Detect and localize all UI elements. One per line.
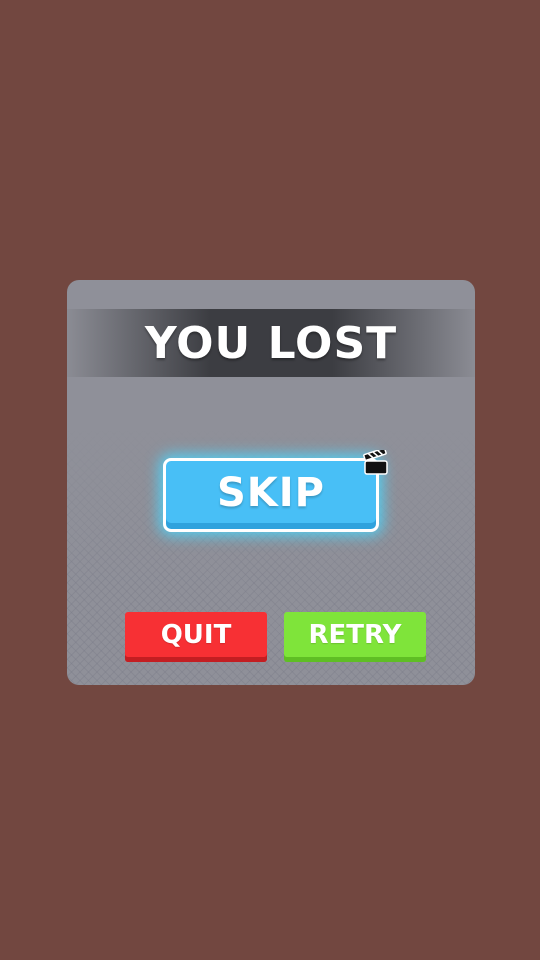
video-clapperboard-icon [363,450,388,475]
skip-button[interactable]: SKIP [163,458,379,532]
quit-button[interactable]: QUIT [125,612,267,662]
skip-button-label: SKIP [216,470,325,516]
retry-button-label: RETRY [308,620,402,650]
game-over-dialog: YOU LOST SKIP QUIT RETRY [67,280,475,685]
title-banner: YOU LOST [67,309,475,377]
dialog-title: YOU LOST [144,317,398,369]
quit-button-label: QUIT [160,620,232,650]
retry-button[interactable]: RETRY [284,612,426,662]
